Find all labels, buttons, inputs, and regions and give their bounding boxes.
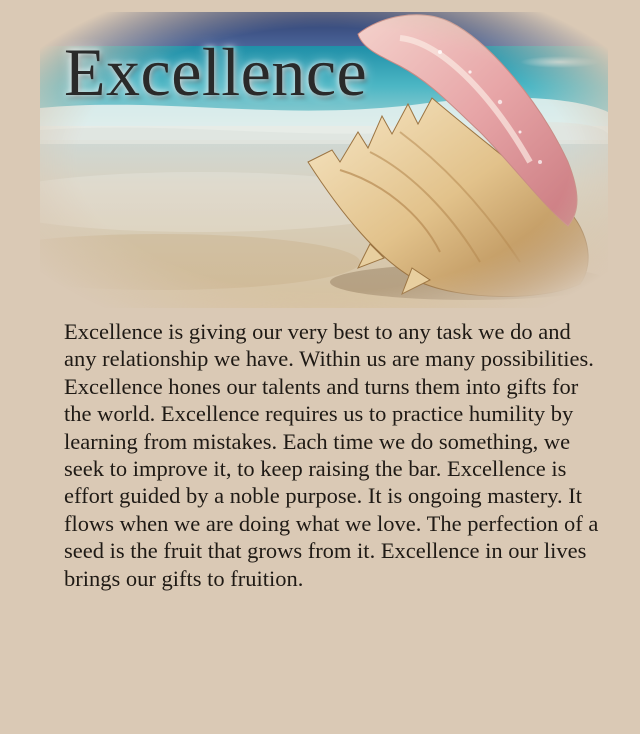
- page: Excellence Excellence is giving our very…: [0, 0, 640, 734]
- page-title: Excellence: [64, 34, 368, 110]
- body-paragraph: Excellence is giving our very best to an…: [64, 319, 599, 591]
